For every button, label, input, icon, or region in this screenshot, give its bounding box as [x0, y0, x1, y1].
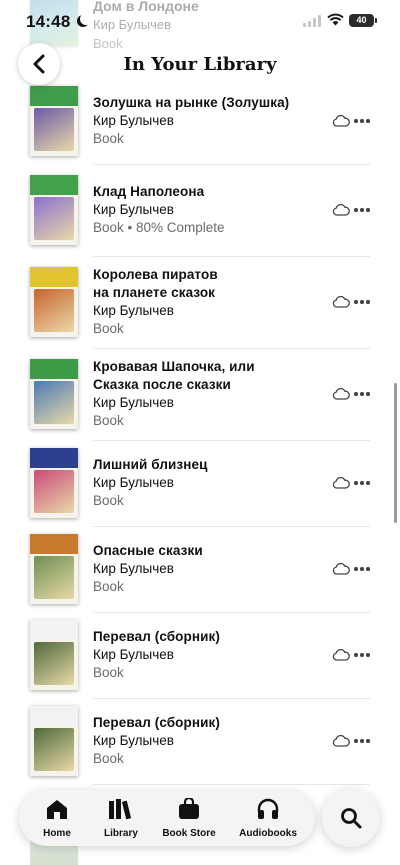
list-item[interactable]: Перевал (сборник) Кир Булычев Book: [0, 698, 400, 785]
cloud-download-icon[interactable]: [332, 388, 350, 400]
book-cover[interactable]: [30, 706, 78, 776]
book-info: Королева пиратов на планете сказок Кир Бул…: [93, 266, 330, 338]
book-title: Королева пиратов: [93, 267, 218, 282]
search-icon: [341, 808, 362, 829]
tab-library[interactable]: Library: [99, 798, 143, 839]
book-cover[interactable]: [30, 620, 78, 690]
tab-label: Audiobooks: [239, 828, 297, 839]
tab-label: Library: [104, 828, 138, 839]
more-options-icon[interactable]: [354, 300, 372, 304]
tab-bar: Home Library Book Store Audiobooks: [19, 790, 315, 846]
search-button[interactable]: [322, 789, 380, 847]
headphones-icon: [257, 798, 279, 819]
more-options-icon[interactable]: [354, 392, 372, 396]
tab-home[interactable]: Home: [37, 798, 77, 839]
book-cover[interactable]: [30, 448, 78, 518]
book-info: Опасные сказки Кир Булычев Book: [93, 542, 330, 596]
book-info: Перевал (сборник) Кир Булычев Book: [93, 714, 330, 768]
book-title: Сказка после сказки: [93, 377, 231, 392]
bag-icon: [179, 796, 199, 819]
book-title: Перевал (сборник): [93, 715, 220, 730]
more-options-icon[interactable]: [354, 481, 372, 485]
book-author: Кир Булычев: [93, 733, 174, 748]
house-icon: [47, 800, 67, 819]
list-item[interactable]: Золушка на рынке (Золушка) Кир Булычев Boo…: [0, 78, 400, 165]
book-kind: Book: [93, 579, 124, 594]
more-options-icon[interactable]: [354, 739, 372, 743]
book-title: Клад Наполеона: [93, 184, 205, 199]
book-author: Кир Булычев: [93, 113, 174, 128]
divider: [93, 784, 370, 785]
book-author: Кир Булычев: [93, 303, 174, 318]
list-item[interactable]: Перевал (сборник) Кир Булычев Book: [0, 612, 400, 699]
tab-label: Book Store: [162, 828, 216, 839]
focus-moon-icon: [80, 13, 92, 25]
book-title: Опасные сказки: [93, 543, 203, 558]
book-author: Кир Булычев: [93, 647, 174, 662]
book-info: Клад Наполеона Кир Булычев Book • 80% Comp…: [93, 183, 330, 237]
book-author: Кир Булычев: [93, 561, 174, 576]
book-title: Перевал (сборник): [93, 629, 220, 644]
cellular-signal-icon: [303, 15, 321, 27]
list-item[interactable]: Лишний близнец Кир Булычев Book: [0, 440, 400, 527]
book-info: Лишний близнец Кир Булычев Book: [93, 456, 330, 510]
more-options-icon[interactable]: [354, 567, 372, 571]
cloud-download-icon[interactable]: [332, 204, 350, 216]
cloud-download-icon[interactable]: [332, 649, 350, 661]
scrollbar[interactable]: [394, 383, 397, 523]
book-kind: Book: [93, 665, 124, 680]
more-options-icon[interactable]: [354, 653, 372, 657]
book-title: Золушка на рынке (Золушка): [93, 95, 290, 110]
books-icon: [109, 799, 132, 820]
page-title: In Your Library: [123, 54, 277, 75]
list-item[interactable]: Королева пиратов на планете сказок Кир Бул…: [0, 256, 400, 349]
book-kind: Book • 80% Complete: [93, 220, 225, 235]
wifi-icon: [327, 13, 344, 26]
book-title: на планете сказок: [93, 285, 216, 300]
book-info: Кровавая Шапочка, или Сказка после сказки…: [93, 358, 330, 430]
book-kind: Book: [93, 413, 124, 428]
more-options-icon[interactable]: [354, 208, 372, 212]
book-info: Перевал (сборник) Кир Булычев Book: [93, 628, 330, 682]
cloud-download-icon[interactable]: [332, 477, 350, 489]
book-info: Золушка на рынке (Золушка) Кир Булычев Boo…: [93, 94, 330, 148]
tab-audiobooks[interactable]: Audiobooks: [237, 798, 299, 839]
book-author: Кир Булычев: [93, 475, 174, 490]
cloud-download-icon[interactable]: [332, 563, 350, 575]
book-cover[interactable]: [30, 359, 78, 429]
list-item[interactable]: Клад Наполеона Кир Булычев Book • 80% Comp…: [0, 164, 400, 257]
list-item[interactable]: Опасные сказки Кир Булычев Book: [0, 526, 400, 613]
book-title: Лишний близнец: [93, 457, 208, 472]
book-kind: Book: [93, 751, 124, 766]
book-author: Кир Булычев: [93, 202, 174, 217]
battery-icon: 40: [349, 14, 377, 27]
book-cover[interactable]: [30, 267, 78, 337]
book-author: Кир Булычев: [93, 395, 174, 410]
tab-book-store[interactable]: Book Store: [161, 796, 217, 839]
cloud-download-icon[interactable]: [332, 296, 350, 308]
book-cover[interactable]: [30, 86, 78, 156]
more-options-icon[interactable]: [354, 119, 372, 123]
tab-label: Home: [43, 828, 71, 839]
book-title: Кровавая Шапочка, или: [93, 359, 255, 374]
book-cover[interactable]: [30, 175, 78, 245]
list-item[interactable]: Кровавая Шапочка, или Сказка после сказки…: [0, 348, 400, 441]
book-kind: Book: [93, 321, 124, 336]
status-bar: 14:48 40: [0, 0, 400, 44]
cloud-download-icon[interactable]: [332, 115, 350, 127]
book-kind: Book: [93, 131, 124, 146]
book-kind: Book: [93, 493, 124, 508]
book-cover[interactable]: [30, 534, 78, 604]
status-time: 14:48: [26, 12, 71, 31]
cloud-download-icon[interactable]: [332, 735, 350, 747]
